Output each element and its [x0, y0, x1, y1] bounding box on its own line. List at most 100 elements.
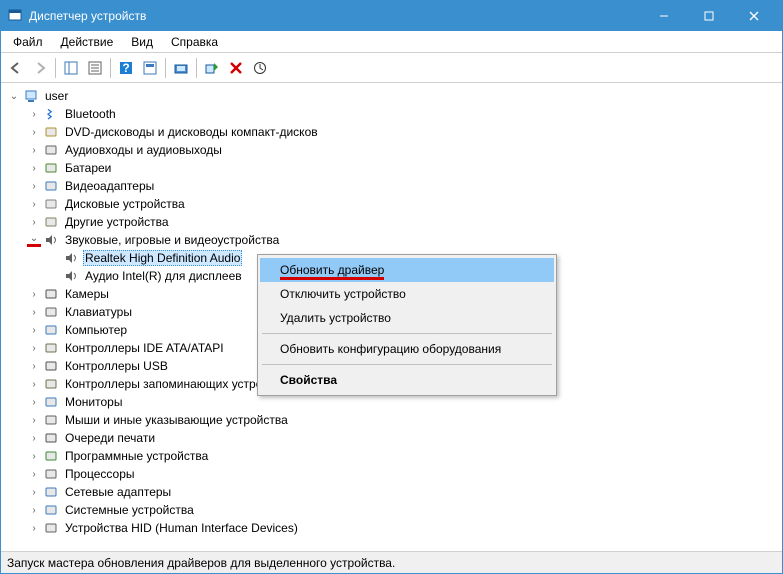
maximize-button[interactable] — [686, 1, 731, 31]
context-menu-separator — [262, 333, 552, 334]
toolbar-separator — [110, 58, 111, 78]
tree-category-node[interactable]: › Другие устройства — [25, 213, 778, 231]
tree-category-node[interactable]: ›Сетевые адаптеры — [25, 483, 778, 501]
chevron-right-icon[interactable]: › — [27, 161, 41, 175]
tree-node-label: Другие устройства — [63, 215, 171, 229]
chevron-right-icon[interactable]: › — [27, 395, 41, 409]
context-menu-item[interactable]: Обновить конфигурацию оборудования — [260, 337, 554, 361]
status-text: Запуск мастера обновления драйверов для … — [7, 556, 395, 570]
display-icon — [43, 178, 59, 194]
uninstall-device-button[interactable] — [225, 57, 247, 79]
action-button[interactable] — [139, 57, 161, 79]
context-menu-item[interactable]: Обновить драйвер — [260, 258, 554, 282]
chevron-right-icon[interactable]: › — [27, 179, 41, 193]
chevron-right-icon[interactable]: › — [27, 197, 41, 211]
toolbar-separator — [165, 58, 166, 78]
toolbar-separator — [196, 58, 197, 78]
disc-icon — [43, 124, 59, 140]
scan-hardware-button[interactable] — [170, 57, 192, 79]
chevron-right-icon[interactable]: › — [27, 107, 41, 121]
sound-icon — [63, 268, 79, 284]
tree-node-label: Камеры — [63, 287, 111, 301]
tree-node-label: Процессоры — [63, 467, 137, 481]
sound-icon — [43, 232, 59, 248]
computer-icon — [23, 88, 39, 104]
tree-node-label: Дисковые устройства — [63, 197, 187, 211]
chevron-right-icon[interactable]: › — [27, 503, 41, 517]
chevron-right-icon[interactable]: › — [27, 449, 41, 463]
chevron-right-icon[interactable]: › — [27, 413, 41, 427]
hid-icon — [43, 520, 59, 536]
menu-view[interactable]: Вид — [123, 33, 161, 51]
chevron-right-icon[interactable]: › — [27, 305, 41, 319]
tree-node-label: Системные устройства — [63, 503, 196, 517]
usb-icon — [43, 358, 59, 374]
statusbar: Запуск мастера обновления драйверов для … — [1, 551, 782, 573]
chevron-down-icon[interactable]: ⌄ — [7, 89, 21, 103]
tree-root-node[interactable]: ⌄user — [5, 87, 778, 105]
tree-category-node[interactable]: › Системные устройства — [25, 501, 778, 519]
minimize-button[interactable] — [641, 1, 686, 31]
chevron-right-icon[interactable]: › — [27, 215, 41, 229]
window-title: Диспетчер устройств — [29, 9, 641, 23]
other-icon — [43, 214, 59, 230]
nav-forward-button[interactable] — [29, 57, 51, 79]
menu-help[interactable]: Справка — [163, 33, 226, 51]
tree-category-node[interactable]: › Батареи — [25, 159, 778, 177]
menu-action[interactable]: Действие — [53, 33, 122, 51]
context-menu-item[interactable]: Отключить устройство — [260, 282, 554, 306]
context-menu: Обновить драйверОтключить устройствоУдал… — [257, 254, 557, 396]
tree-node-label: Мыши и иные указывающие устройства — [63, 413, 290, 427]
tree-category-node[interactable]: › DVD-дисководы и дисководы компакт-диско… — [25, 123, 778, 141]
chevron-right-icon[interactable]: › — [27, 467, 41, 481]
help-button[interactable]: ? — [115, 57, 137, 79]
chevron-right-icon[interactable]: › — [27, 143, 41, 157]
chevron-right-icon[interactable]: › — [27, 431, 41, 445]
enable-device-button[interactable] — [201, 57, 223, 79]
chevron-right-icon[interactable]: › — [27, 485, 41, 499]
tree-category-node[interactable]: ›Программные устройства — [25, 447, 778, 465]
chevron-right-icon[interactable]: › — [27, 521, 41, 535]
chevron-right-icon[interactable]: › — [27, 341, 41, 355]
tree-category-node[interactable]: › Аудиовходы и аудиовыходы — [25, 141, 778, 159]
tree-node-label: DVD-дисководы и дисководы компакт-дисков — [63, 125, 320, 139]
context-menu-separator — [262, 364, 552, 365]
close-button[interactable] — [731, 1, 776, 31]
tree-node-label: Realtek High Definition Audio — [83, 250, 242, 266]
context-menu-item[interactable]: Удалить устройство — [260, 306, 554, 330]
chevron-right-icon[interactable]: › — [27, 377, 41, 391]
tree-category-node[interactable]: ›Устройства HID (Human Interface Devices… — [25, 519, 778, 537]
tree-category-node[interactable]: ›Bluetooth — [25, 105, 778, 123]
tree-category-node[interactable]: › Дисковые устройства — [25, 195, 778, 213]
tree-node-label: Контроллеры USB — [63, 359, 170, 373]
chevron-right-icon[interactable]: › — [27, 359, 41, 373]
chevron-right-icon[interactable]: › — [27, 125, 41, 139]
printer-icon — [43, 430, 59, 446]
chevron-right-icon[interactable]: › — [27, 287, 41, 301]
tree-category-node[interactable]: › Видеоадаптеры — [25, 177, 778, 195]
tree-node-label: Видеоадаптеры — [63, 179, 156, 193]
tree-node-label: Батареи — [63, 161, 113, 175]
show-hide-tree-button[interactable] — [60, 57, 82, 79]
chevron-down-icon[interactable]: ⌄ — [27, 233, 41, 247]
tree-category-node[interactable]: › Процессоры — [25, 465, 778, 483]
ide-icon — [43, 340, 59, 356]
system-icon — [43, 502, 59, 518]
properties-button[interactable] — [84, 57, 106, 79]
menu-file[interactable]: Файл — [5, 33, 51, 51]
context-menu-item[interactable]: Свойства — [260, 368, 554, 392]
menubar: Файл Действие Вид Справка — [1, 31, 782, 53]
update-driver-button[interactable] — [249, 57, 271, 79]
tree-node-label: Аудиовходы и аудиовыходы — [63, 143, 224, 157]
monitor-icon — [43, 394, 59, 410]
chevron-right-icon[interactable]: › — [27, 323, 41, 337]
nav-back-button[interactable] — [5, 57, 27, 79]
disk-icon — [43, 196, 59, 212]
svg-text:?: ? — [122, 61, 129, 75]
tree-category-node[interactable]: › Мыши и иные указывающие устройства — [25, 411, 778, 429]
battery-icon — [43, 160, 59, 176]
tree-category-node[interactable]: ⌄Звуковые, игровые и видеоустройства — [25, 231, 778, 249]
tree-node-label: Контроллеры IDE ATA/ATAPI — [63, 341, 226, 355]
tree-category-node[interactable]: ›Очереди печати — [25, 429, 778, 447]
tree-view[interactable]: ⌄user›Bluetooth›DVD-дисководы и дисковод… — [1, 83, 782, 551]
